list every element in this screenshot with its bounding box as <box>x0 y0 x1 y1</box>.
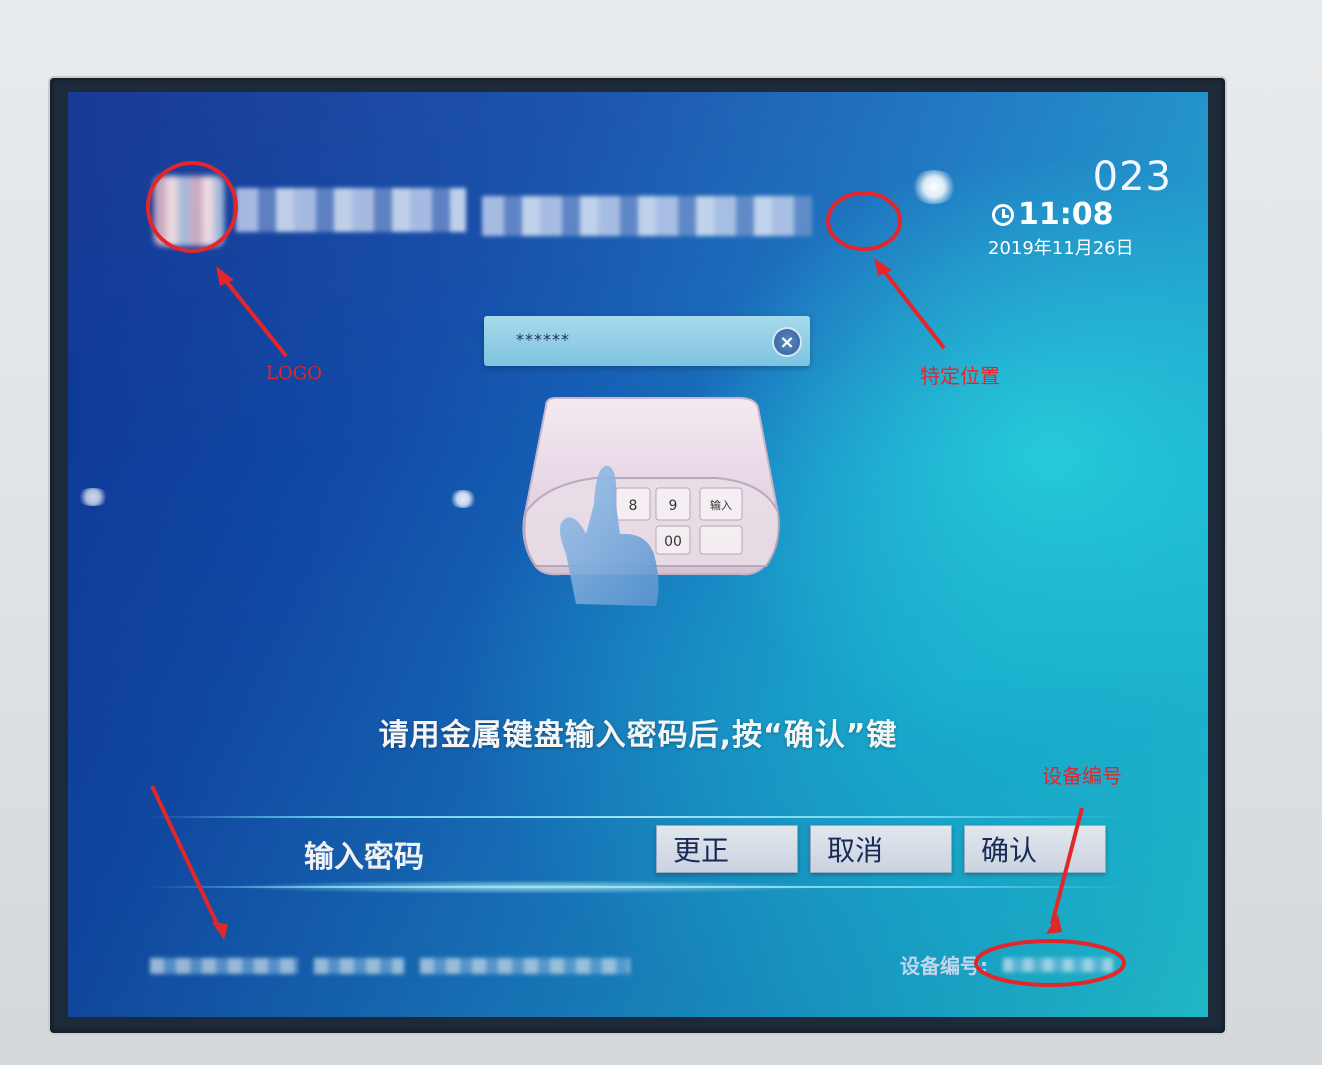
light-reflection <box>76 488 110 506</box>
current-time: 11:08 <box>1018 197 1114 232</box>
confirm-button[interactable]: 确认 <box>964 825 1106 873</box>
pinpad-key-label: 8 <box>629 498 638 514</box>
password-value: ****** <box>516 330 570 349</box>
pinpad-key-label: 00 <box>664 534 682 550</box>
pinpad-illustration: 8 9 输入 00 <box>522 397 780 606</box>
annotation-logo: LOGO <box>266 363 322 384</box>
pinpad-key-label: 9 <box>669 498 678 514</box>
footer-info-blurred <box>420 958 630 974</box>
current-date: 2019年11月26日 <box>988 238 1134 259</box>
password-field[interactable]: ****** × <box>484 316 810 366</box>
bank-logo <box>154 176 224 246</box>
correct-button[interactable]: 更正 <box>656 825 798 873</box>
clock-icon <box>992 203 1014 226</box>
countdown-timer: 023 <box>1092 154 1172 200</box>
divider-glow <box>228 880 828 894</box>
cancel-button[interactable]: 取消 <box>810 825 952 873</box>
light-reflection <box>448 490 478 508</box>
divider-top <box>148 816 1128 818</box>
device-number-label: 设备编号: <box>900 954 988 978</box>
instruction-text: 请用金属键盘输入密码后,按“确认”键 <box>378 718 898 753</box>
bank-slogan-blurred <box>482 196 812 236</box>
footer-info-blurred <box>314 958 404 974</box>
clock: 11:08 <box>992 197 1114 232</box>
device-number-blurred <box>1003 958 1113 972</box>
footer-info-blurred <box>150 958 298 974</box>
pinpad-key-label: 输入 <box>710 498 732 512</box>
clear-icon[interactable]: × <box>774 329 800 355</box>
light-reflection <box>910 170 958 204</box>
bank-name-blurred <box>236 188 466 232</box>
section-title: 输入密码 <box>304 840 424 875</box>
annotation-device-number: 设备编号 <box>1042 764 1122 788</box>
kiosk-screen: 023 11:08 2019年11月26日 ****** × 8 9 输入 00 <box>68 92 1208 1017</box>
annotation-specific-position: 特定位置 <box>920 364 1000 388</box>
